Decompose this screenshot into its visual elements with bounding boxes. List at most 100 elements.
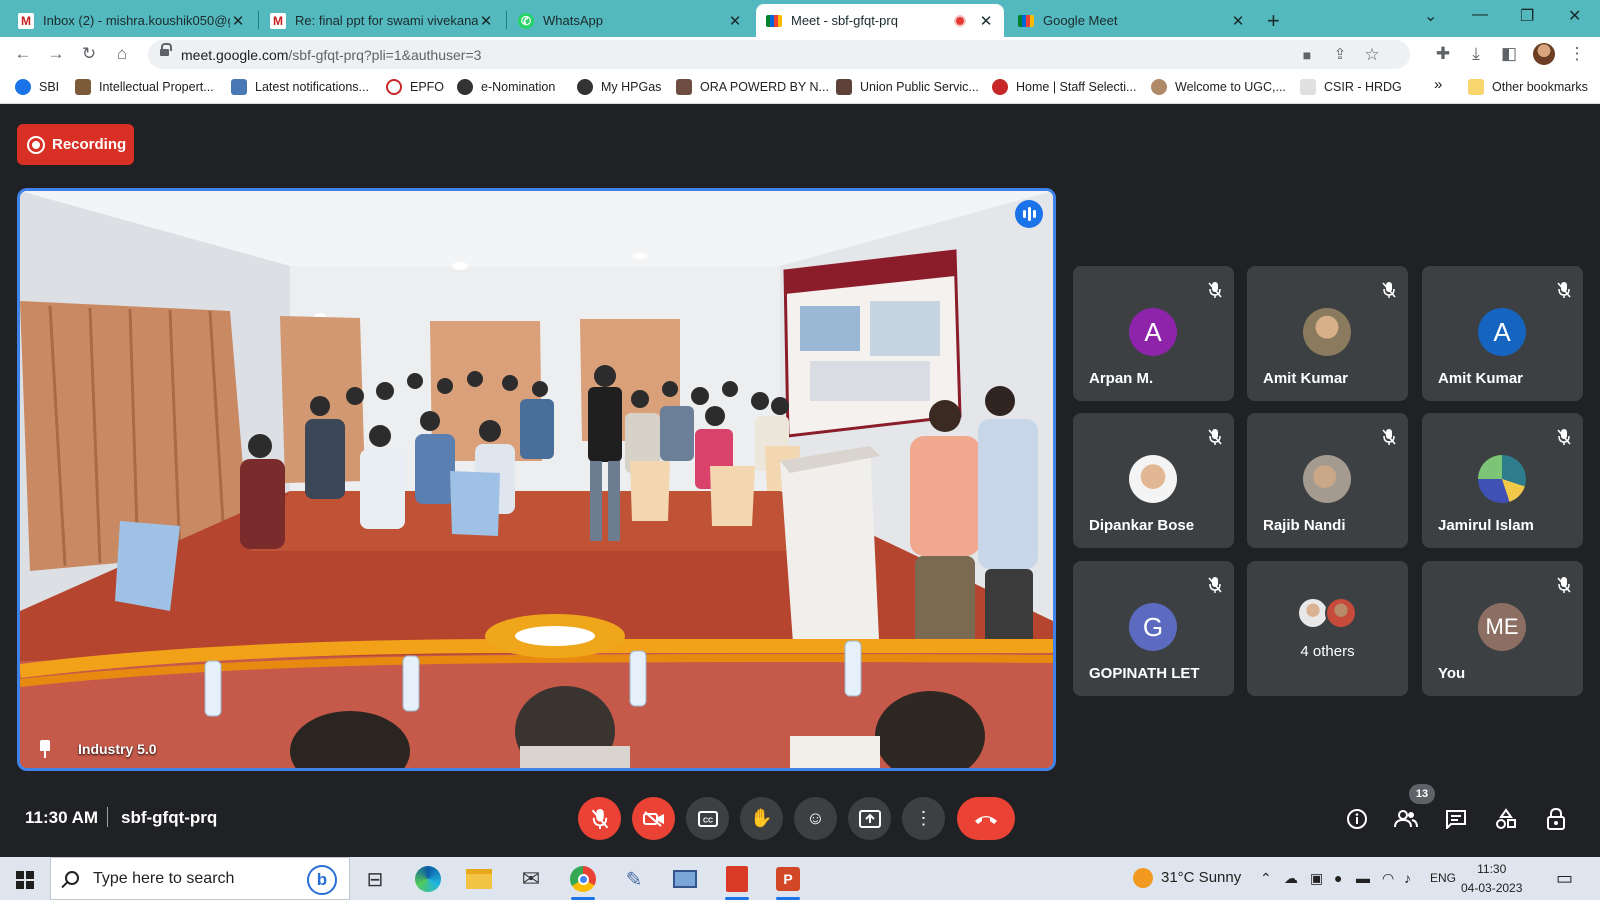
chat-button[interactable] [1440,803,1472,835]
bookmark-ssc[interactable]: Home | Staff Selecti... [992,79,1136,95]
extensions-icon[interactable]: ✚ [1432,43,1454,65]
folder-icon [1468,79,1484,95]
chrome-icon[interactable] [567,863,599,900]
recording-indicator-icon [954,14,966,27]
weather-icon[interactable] [1133,868,1153,888]
windows-start-icon[interactable] [16,871,34,889]
forward-button[interactable]: → [45,43,67,65]
toggle-camera-button[interactable] [632,797,675,840]
participant-tile[interactable]: Rajib Nandi [1247,413,1408,548]
weather-text[interactable]: 31°C Sunny [1161,869,1241,886]
raise-hand-button[interactable]: ✋ [740,797,783,840]
bookmark-hpgas[interactable]: My HPGas [577,79,661,95]
bookmark-csir[interactable]: CSIR - HRDG [1300,79,1402,95]
onedrive-icon[interactable]: ☁ [1284,870,1298,887]
side-panel-icon[interactable]: ◧ [1498,43,1520,65]
menu-kebab-icon[interactable]: ⋮ [1566,43,1588,65]
system-clock[interactable]: 11:30 04-03-2023 [1461,860,1522,898]
close-icon[interactable]: ✕ [478,12,494,30]
minimize-button[interactable]: — [1472,6,1488,24]
close-icon[interactable]: ✕ [1230,12,1246,30]
host-controls-button[interactable] [1540,803,1572,835]
tab-inbox[interactable]: M Inbox (2) - mishra.koushik050@g ✕ [8,4,256,37]
others-tile[interactable]: 4 others [1247,561,1408,696]
mail-icon[interactable]: ✉ [515,863,547,895]
profile-avatar[interactable] [1533,43,1555,65]
participant-tile[interactable]: Dipankar Bose [1073,413,1234,548]
bookmark-upsc[interactable]: Union Public Servic... [836,79,979,95]
camera-in-use-icon[interactable]: ■ [1296,44,1318,66]
recording-button[interactable]: Recording [17,124,134,165]
meet-icon [766,13,782,29]
leave-call-button[interactable] [957,797,1015,840]
new-tab-button[interactable]: + [1267,8,1280,34]
paint-icon[interactable]: ✎ [618,863,650,895]
tab-final-ppt[interactable]: M Re: final ppt for swami vivekanan ✕ [260,4,504,37]
meet-share-icon[interactable]: ▣ [1310,870,1323,887]
close-icon[interactable]: ✕ [230,12,246,30]
avatar [1303,308,1351,356]
bookmark-notifications[interactable]: Latest notifications... [231,79,369,95]
camera-off-icon [642,810,664,827]
participant-tile[interactable]: Jamirul Islam [1422,413,1583,548]
present-icon [858,809,881,828]
meeting-code: sbf-gfqt-prq [121,808,218,827]
avatar [1478,455,1526,503]
powerpoint-icon[interactable]: P [772,863,804,900]
downloads-icon[interactable]: ⤓ [1465,43,1487,65]
reload-button[interactable]: ↻ [78,43,100,65]
other-bookmarks-folder[interactable]: Other bookmarks [1468,79,1588,95]
reactions-button[interactable]: ☺ [794,797,837,840]
bookmark-star-icon[interactable]: ☆ [1361,44,1383,66]
more-options-button[interactable]: ⋮ [902,797,945,840]
pin-icon[interactable] [38,740,52,758]
participant-tile[interactable]: A Amit Kumar [1422,266,1583,401]
taskbar-search-box[interactable]: Type here to search b [50,857,350,900]
participant-tile[interactable]: Amit Kumar [1247,266,1408,401]
edge-icon[interactable] [412,863,444,895]
wifi-icon[interactable]: ◠ [1382,870,1394,887]
participant-tile[interactable]: A Arpan M. [1073,266,1234,401]
file-explorer-icon[interactable] [463,863,495,895]
participant-name: Arpan M. [1089,370,1154,387]
main-video-tile[interactable]: Industry 5.0 [17,188,1056,771]
microphone-icon[interactable]: ● [1334,870,1342,886]
tab-whatsapp[interactable]: ✆ WhatsApp ✕ [508,4,753,37]
bookmark-ora[interactable]: ORA POWERD BY N... [676,79,829,95]
home-button[interactable]: ⌂ [111,43,133,65]
bookmark-ugc[interactable]: Welcome to UGC,... [1151,79,1286,95]
language-indicator[interactable]: ENG [1430,871,1456,885]
bing-icon[interactable]: b [307,865,337,895]
bookmark-epfo[interactable]: EPFO [386,79,444,95]
tab-meet-active[interactable]: Meet - sbf-gfqt-prq ✕ [756,4,1004,37]
activities-button[interactable] [1490,803,1522,835]
participant-tile[interactable]: G GOPINATH LET [1073,561,1234,696]
pdf-reader-icon[interactable] [721,863,753,900]
captions-button[interactable]: CC [686,797,729,840]
notifications-icon[interactable]: ▭ [1556,868,1573,889]
battery-icon[interactable]: ▬ [1356,870,1370,886]
tab-google-meet[interactable]: Google Meet ✕ [1008,4,1256,37]
bookmark-e-nomination[interactable]: e-Nomination [457,79,555,95]
present-now-button[interactable] [848,797,891,840]
remote-desktop-icon[interactable] [669,863,701,895]
tab-search-chevron-icon[interactable]: ⌄ [1424,6,1437,26]
back-button[interactable]: ← [12,43,34,65]
share-icon[interactable]: ⇪ [1329,44,1351,66]
people-button[interactable] [1390,803,1422,835]
address-bar[interactable]: meet.google.com/sbf-gfqt-prq?pli=1&authu… [148,40,1410,69]
bookmark-sbi[interactable]: SBI [15,79,59,95]
lock-icon[interactable] [160,43,172,58]
meeting-details-button[interactable] [1341,803,1373,835]
bookmarks-overflow-button[interactable]: » [1434,76,1442,93]
bookmark-ipindia[interactable]: Intellectual Propert... [75,79,214,95]
restore-button[interactable]: ❐ [1520,6,1534,26]
close-icon[interactable]: ✕ [727,12,743,30]
self-tile[interactable]: ME You [1422,561,1583,696]
toggle-mic-button[interactable] [578,797,621,840]
chevron-up-icon[interactable]: ⌃ [1260,870,1272,887]
close-icon[interactable]: ✕ [978,12,994,30]
task-view-icon[interactable]: ⊟ [359,863,391,895]
volume-icon[interactable]: ♪ [1404,870,1411,886]
close-window-button[interactable]: ✕ [1568,6,1581,26]
